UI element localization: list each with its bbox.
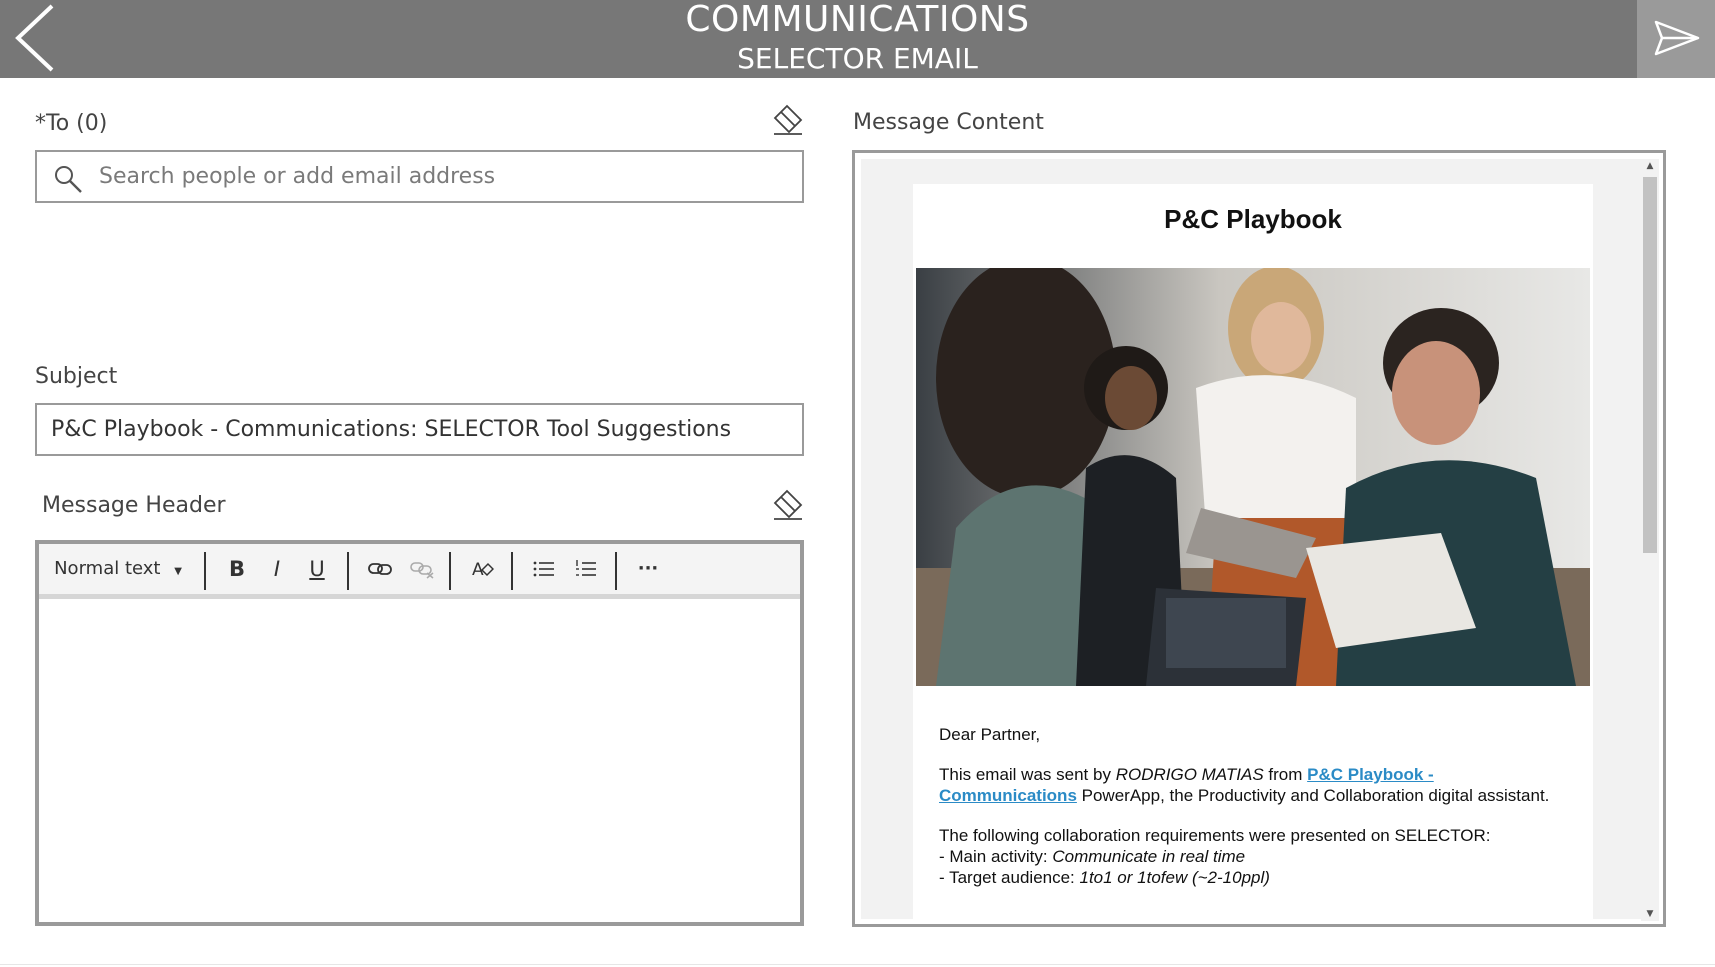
intro-suffix: PowerApp, the Productivity and Collabora… bbox=[1076, 786, 1550, 805]
toolbar-divider bbox=[449, 552, 451, 590]
to-search-input[interactable]: Search people or add email address bbox=[35, 150, 804, 203]
remove-link-button[interactable] bbox=[401, 544, 443, 594]
underline-button[interactable]: U bbox=[297, 544, 337, 594]
toolbar-divider bbox=[615, 552, 617, 590]
bottom-divider bbox=[0, 964, 1715, 965]
scroll-up-arrow-icon[interactable]: ▲ bbox=[1641, 159, 1659, 173]
clear-format-button[interactable]: A bbox=[461, 544, 503, 594]
bold-label: B bbox=[228, 557, 245, 581]
subject-input[interactable]: P&C Playbook - Communications: SELECTOR … bbox=[35, 403, 804, 456]
link-icon bbox=[368, 563, 392, 575]
email-preview-area: P&C Playbook Dear Partner, This email wa… bbox=[861, 159, 1647, 919]
message-header-body[interactable] bbox=[39, 599, 800, 922]
email-body: Dear Partner, This email was sent by ROD… bbox=[939, 724, 1569, 888]
requirements-intro: The following collaboration requirements… bbox=[939, 826, 1491, 845]
italic-label: I bbox=[273, 557, 281, 581]
bold-button[interactable]: B bbox=[217, 544, 257, 594]
scroll-down-arrow-icon[interactable]: ▼ bbox=[1641, 907, 1659, 921]
main-activity-line: - Main activity: Communicate in real tim… bbox=[939, 846, 1569, 867]
toolbar-divider bbox=[204, 552, 206, 590]
text-style-value: Normal text bbox=[54, 558, 161, 579]
numbered-list-icon bbox=[576, 560, 596, 576]
to-placeholder: Search people or add email address bbox=[99, 164, 496, 189]
search-icon bbox=[55, 166, 82, 193]
target-audience-label: - Target audience: bbox=[939, 868, 1080, 887]
underline-label: U bbox=[309, 557, 325, 581]
send-icon bbox=[1654, 20, 1700, 56]
subject-value: P&C Playbook - Communications: SELECTOR … bbox=[51, 417, 732, 442]
message-content-label: Message Content bbox=[853, 110, 1044, 135]
message-content-preview: P&C Playbook Dear Partner, This email wa… bbox=[852, 150, 1666, 927]
clear-formatting-icon: A bbox=[472, 560, 495, 580]
main-activity-label: - Main activity: bbox=[939, 847, 1053, 866]
clear-to-button[interactable] bbox=[770, 103, 804, 137]
italic-button[interactable]: I bbox=[257, 544, 297, 594]
toolbar-divider bbox=[511, 552, 513, 590]
toolbar-divider bbox=[347, 552, 349, 590]
page-title: COMMUNICATIONS bbox=[685, 0, 1030, 40]
more-options-button[interactable]: ··· bbox=[625, 544, 671, 594]
send-button[interactable] bbox=[1637, 0, 1715, 78]
subject-label: Subject bbox=[35, 364, 118, 389]
email-intro: This email was sent by RODRIGO MATIAS fr… bbox=[939, 764, 1569, 806]
target-audience-line: - Target audience: 1to1 or 1tofew (~2-10… bbox=[939, 867, 1569, 888]
app-header: COMMUNICATIONS SELECTOR EMAIL bbox=[0, 0, 1715, 78]
email-title: P&C Playbook bbox=[1164, 204, 1342, 234]
email-greeting: Dear Partner, bbox=[939, 725, 1041, 744]
email-hero-photo bbox=[916, 268, 1590, 686]
to-label: *To (0) bbox=[35, 111, 108, 136]
requirements-block: The following collaboration requirements… bbox=[939, 825, 1569, 888]
sender-name: RODRIGO MATIAS bbox=[1115, 765, 1264, 784]
text-style-dropdown[interactable]: Normal text ▼ bbox=[53, 544, 183, 594]
preview-scrollbar[interactable]: ▲ ▼ bbox=[1641, 159, 1659, 921]
message-header-editor: Normal text ▼ B I U A ··· bbox=[35, 540, 804, 926]
eraser-icon bbox=[773, 104, 803, 135]
target-audience-value: 1to1 or 1tofew (~2-10ppl) bbox=[1079, 868, 1270, 887]
unlink-icon bbox=[410, 562, 434, 579]
clear-message-header-button[interactable] bbox=[770, 488, 804, 522]
numbered-list-button[interactable] bbox=[565, 544, 607, 594]
insert-link-button[interactable] bbox=[359, 544, 401, 594]
bulleted-list-button[interactable] bbox=[523, 544, 565, 594]
page-subtitle: SELECTOR EMAIL bbox=[737, 42, 978, 75]
eraser-icon bbox=[773, 489, 803, 520]
bullet-list-icon bbox=[533, 561, 554, 577]
message-header-label: Message Header bbox=[42, 493, 226, 518]
editor-toolbar: Normal text ▼ B I U A ··· bbox=[39, 544, 800, 599]
intro-prefix: This email was sent by bbox=[939, 765, 1116, 784]
intro-mid: from bbox=[1263, 765, 1308, 784]
more-label: ··· bbox=[637, 558, 659, 579]
email-card: P&C Playbook Dear Partner, This email wa… bbox=[913, 184, 1593, 919]
main-activity-value: Communicate in real time bbox=[1052, 847, 1246, 866]
caret-down-icon: ▼ bbox=[174, 566, 182, 577]
scrollbar-thumb[interactable] bbox=[1643, 177, 1657, 553]
